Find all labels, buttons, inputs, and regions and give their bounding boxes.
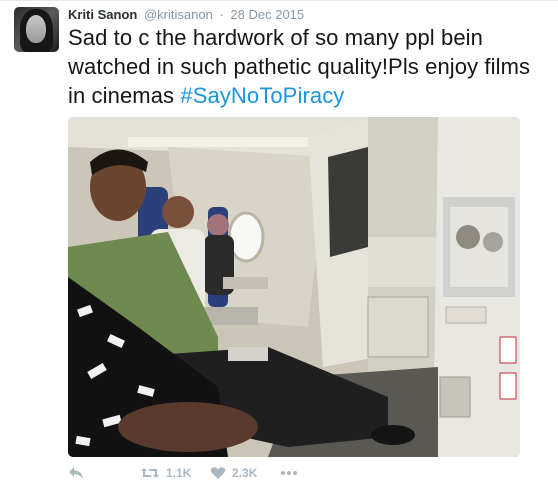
tweet-text: Sad to c the hardwork of so many ppl bei… xyxy=(68,23,548,110)
reply-icon xyxy=(68,466,84,480)
author-handle[interactable]: @kritisanon xyxy=(144,7,213,22)
avatar-face xyxy=(26,15,46,43)
tweet-card[interactable]: Kriti Sanon @kritisanon · 28 Dec 2015 Sa… xyxy=(0,0,558,491)
author-name[interactable]: Kriti Sanon xyxy=(68,7,137,22)
retweet-count: 1.1K xyxy=(166,466,192,480)
more-button[interactable] xyxy=(280,470,310,476)
heart-icon xyxy=(210,466,226,480)
header-separator: · xyxy=(219,7,224,22)
tweet-actions: 1.1K 2.3K xyxy=(68,463,310,483)
like-button[interactable]: 2.3K xyxy=(210,466,280,480)
tweet-header: Kriti Sanon @kritisanon · 28 Dec 2015 xyxy=(68,7,304,23)
tweet-photo[interactable] xyxy=(68,117,520,457)
reply-button[interactable] xyxy=(68,466,140,480)
avatar[interactable] xyxy=(14,7,59,52)
airplane-cabin-photo xyxy=(68,117,520,457)
retweet-icon xyxy=(140,466,160,480)
retweet-button[interactable]: 1.1K xyxy=(140,466,210,480)
like-count: 2.3K xyxy=(232,466,258,480)
more-icon xyxy=(280,470,298,476)
hashtag-link[interactable]: #SayNoToPiracy xyxy=(180,83,344,108)
tweet-timestamp[interactable]: 28 Dec 2015 xyxy=(230,7,304,22)
